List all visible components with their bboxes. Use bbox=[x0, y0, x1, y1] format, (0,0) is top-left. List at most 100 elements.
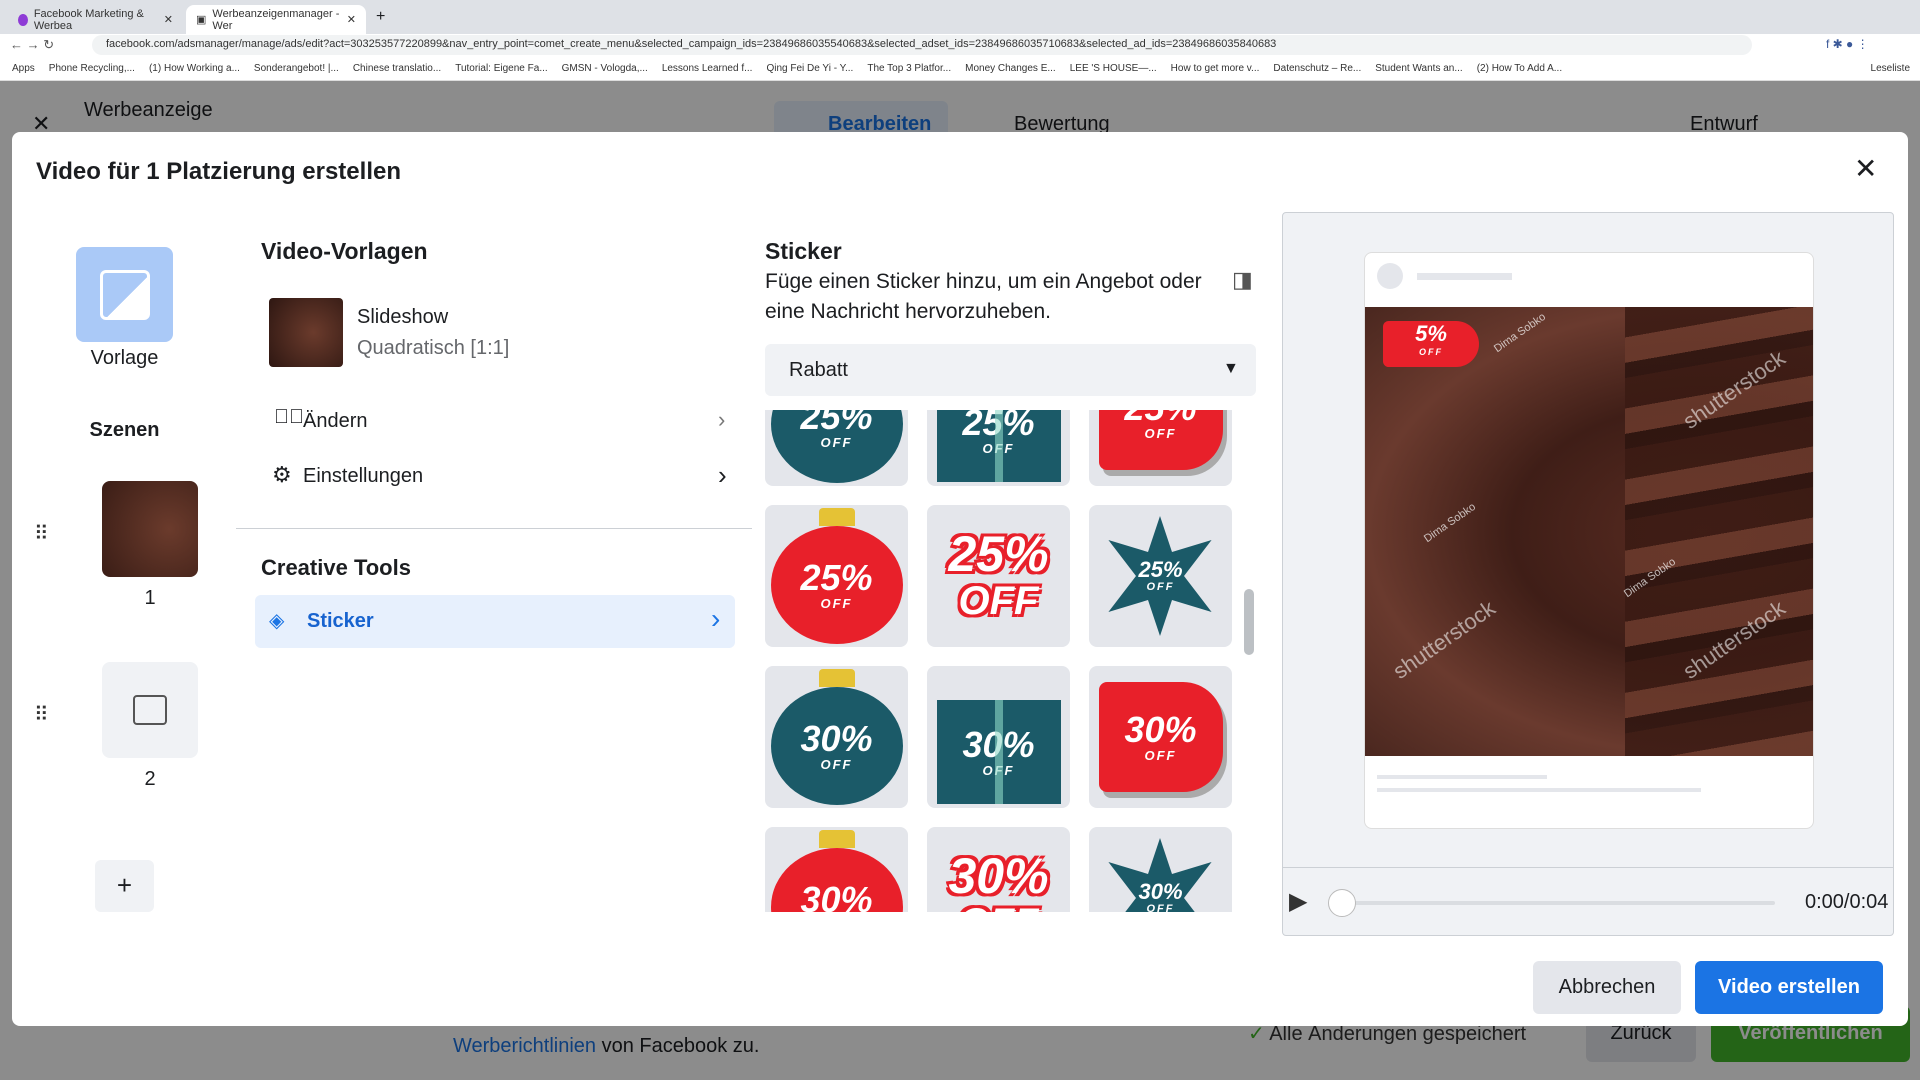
sticker-off: OFF bbox=[820, 595, 853, 611]
gear-icon: ⚙ bbox=[272, 462, 292, 487]
sticker-graphic: 25%OFF bbox=[948, 529, 1048, 624]
sticker-value: 25% bbox=[800, 410, 873, 437]
bookmark[interactable]: Phone Recycling,... bbox=[49, 63, 135, 74]
settings-label: Einstellungen bbox=[303, 465, 424, 487]
nav-back-forward-reload-icons[interactable]: ← → ↻ bbox=[10, 37, 54, 53]
sticker-off: OFF bbox=[1419, 347, 1443, 357]
reading-list[interactable]: Leseliste bbox=[1871, 63, 1910, 74]
browser-tab-active[interactable]: ▣ Werbeanzeigenmanager - Wer ✕ bbox=[186, 5, 366, 34]
new-tab-icon[interactable]: + bbox=[376, 8, 385, 26]
sticker-option-ornament-red[interactable]: 25% OFF bbox=[765, 505, 908, 647]
sticker-option-ornament-teal[interactable]: 25% OFF bbox=[765, 410, 908, 486]
sticker-option-ornament-red[interactable]: 30%OFF bbox=[765, 827, 908, 912]
scene-thumbnail-1[interactable] bbox=[102, 481, 198, 577]
bookmark[interactable]: Money Changes E... bbox=[965, 63, 1056, 74]
bookmark[interactable]: Sonderangebot! |... bbox=[254, 63, 339, 74]
creative-tools-heading: Creative Tools bbox=[261, 555, 411, 580]
tab-close-icon[interactable]: ✕ bbox=[164, 13, 173, 26]
sticker-option-bold[interactable]: 30%OFF bbox=[927, 827, 1070, 912]
sticker-value: 25% bbox=[1138, 557, 1183, 582]
play-icon[interactable]: ▶ bbox=[1289, 887, 1307, 916]
bookmark[interactable]: The Top 3 Platfor... bbox=[867, 63, 951, 74]
watermark: Dima Sobko bbox=[1491, 310, 1548, 356]
sticker-option-ornament-teal[interactable]: 30% OFF bbox=[765, 666, 908, 808]
applied-sticker[interactable]: 5% OFF bbox=[1383, 321, 1479, 367]
sticker-value: 30% bbox=[800, 878, 873, 912]
bookmark[interactable]: Student Wants an... bbox=[1375, 63, 1462, 74]
sticker-option-snowflake[interactable]: 25% OFF bbox=[1089, 505, 1232, 647]
create-video-button[interactable]: Video erstellen bbox=[1695, 961, 1883, 1014]
tab-title: Facebook Marketing & Werbea bbox=[33, 7, 144, 32]
scene-number: 2 bbox=[144, 768, 156, 790]
drag-handle-icon[interactable]: ⠿ bbox=[34, 702, 49, 727]
bookmark[interactable]: (2) How To Add A... bbox=[1477, 63, 1562, 74]
bookmark[interactable]: Datenschutz – Re... bbox=[1273, 63, 1361, 74]
bookmark[interactable]: Qing Fei De Yi - Y... bbox=[766, 63, 853, 74]
bookmark[interactable]: How to get more v... bbox=[1171, 63, 1260, 74]
sticker-tool-row[interactable]: ◈ Sticker › bbox=[255, 595, 735, 648]
sticker-option-tag[interactable]: 25%OFF bbox=[1089, 410, 1232, 486]
sticker-option-bold[interactable]: 25% OFF bbox=[927, 505, 1070, 647]
template-tile[interactable] bbox=[76, 247, 173, 342]
sticker-graphic: 25%OFF bbox=[770, 508, 903, 644]
template-format: Quadratisch [1:1] bbox=[357, 337, 510, 359]
sticker-option-gift[interactable]: 30% OFF bbox=[927, 666, 1070, 808]
sticker-option-snowflake[interactable]: 30% OFF bbox=[1089, 827, 1232, 912]
sticker-value: 30% bbox=[800, 717, 873, 759]
create-video-modal: Video für 1 Platzierung erstellen ✕ Vorl… bbox=[12, 132, 1908, 1026]
video-scrubber[interactable] bbox=[1335, 901, 1775, 905]
bookmarks-bar: Apps Phone Recycling,... (1) How Working a… bbox=[0, 56, 1920, 81]
bookmark[interactable]: Apps bbox=[12, 63, 35, 74]
sticker-heading: Sticker bbox=[765, 238, 842, 264]
sticker-graphic: 25%OFF bbox=[770, 410, 903, 483]
sticker-off: OFF bbox=[1144, 747, 1177, 763]
sticker-graphic: 30%OFF bbox=[1138, 881, 1182, 913]
sticker-option-tag[interactable]: 30% OFF bbox=[1089, 666, 1232, 808]
sticker-value: 25% bbox=[962, 410, 1035, 443]
change-template-row[interactable]: ▶⃞ Ändern › bbox=[262, 402, 742, 442]
sticker-option-gift[interactable]: 25% OFF bbox=[927, 410, 1070, 486]
sticker-icon: ◈ bbox=[269, 610, 285, 632]
extension-icons[interactable]: f ✱ ● ⋮ bbox=[1826, 37, 1869, 51]
scrubber-handle[interactable] bbox=[1328, 889, 1356, 917]
dropdown-value: Rabatt bbox=[789, 359, 848, 381]
sticker-graphic: 30%OFF bbox=[1098, 682, 1223, 792]
scene-number: 1 bbox=[144, 587, 156, 609]
scenes-heading: Szenen bbox=[89, 419, 160, 441]
panel-toggle-icon[interactable]: ◨ bbox=[1232, 267, 1253, 293]
sticker-label: Sticker bbox=[307, 610, 374, 632]
sticker-off: OFF bbox=[982, 440, 1015, 456]
bookmark[interactable]: LEE 'S HOUSE—... bbox=[1070, 63, 1157, 74]
video-preview-panel: 5% OFF Dima Sobko Dima Sobko Dima Sobko s… bbox=[1282, 212, 1894, 936]
url-input[interactable]: facebook.com/adsmanager/manage/ads/edit?… bbox=[92, 35, 1752, 55]
bookmark[interactable]: GMSN - Vologda,... bbox=[562, 63, 648, 74]
sticker-off: OFF bbox=[1146, 581, 1175, 593]
play-square-icon: ▶⃞ bbox=[274, 406, 304, 428]
modal-close-icon[interactable]: ✕ bbox=[1854, 152, 1877, 185]
image-icon bbox=[99, 269, 150, 320]
sticker-off: OFF bbox=[1144, 425, 1177, 441]
browser-tab[interactable]: Facebook Marketing & Werbea ✕ bbox=[8, 5, 183, 34]
sticker-value: 5% bbox=[1415, 321, 1447, 346]
tab-favicon-icon: ▣ bbox=[196, 14, 207, 26]
image-icon bbox=[133, 695, 167, 725]
post-preview-card: 5% OFF Dima Sobko Dima Sobko Dima Sobko s… bbox=[1364, 252, 1814, 829]
tab-title: Werbeanzeigenmanager - Wer bbox=[212, 7, 340, 32]
scene-thumbnail-2[interactable] bbox=[102, 662, 198, 758]
sticker-grid: 25%OFF25%OFF25%OFF25%OFF25%OFF25%OFF30%O… bbox=[765, 410, 1247, 912]
bookmark[interactable]: (1) How Working a... bbox=[149, 63, 240, 74]
bookmark[interactable]: Chinese translatio... bbox=[353, 63, 441, 74]
bookmark[interactable]: Tutorial: Eigene Fa... bbox=[455, 63, 547, 74]
text-placeholder bbox=[1377, 775, 1547, 779]
scrollbar-thumb[interactable] bbox=[1244, 589, 1254, 655]
cancel-button[interactable]: Abbrechen bbox=[1533, 961, 1681, 1014]
sticker-description: Füge einen Sticker hinzu, um ein Angebot… bbox=[765, 270, 1202, 323]
sticker-category-dropdown[interactable]: Rabatt ▼ bbox=[765, 344, 1256, 396]
template-name: Slideshow bbox=[357, 306, 449, 328]
drag-handle-icon[interactable]: ⠿ bbox=[34, 521, 49, 546]
chevron-right-icon: › bbox=[718, 407, 726, 432]
bookmark[interactable]: Lessons Learned f... bbox=[662, 63, 753, 74]
settings-row[interactable]: ⚙ Einstellungen › bbox=[262, 457, 742, 497]
add-scene-button[interactable]: + bbox=[95, 860, 154, 912]
tab-close-icon[interactable]: ✕ bbox=[347, 13, 356, 26]
